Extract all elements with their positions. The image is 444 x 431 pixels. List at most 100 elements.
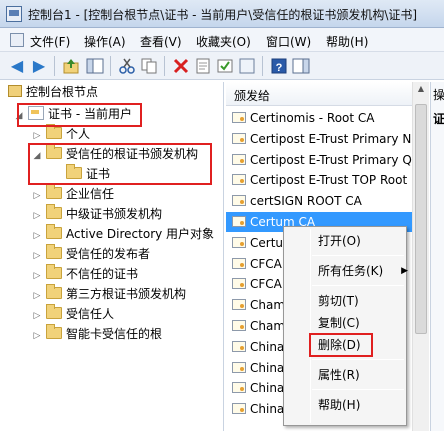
help-icon[interactable]: ? xyxy=(270,57,288,75)
certificate-icon xyxy=(232,236,246,248)
title-bar: 控制台1 - [控制台根节点\证书 - 当前用户\受信任的根证书颁发机构\证书] xyxy=(0,0,444,28)
delete-icon[interactable] xyxy=(172,57,190,75)
folder-icon xyxy=(46,204,62,219)
folder-icon xyxy=(8,85,22,97)
tree-item-enterprise-trust[interactable]: ▷ 企业信任 xyxy=(32,184,114,204)
menu-separator xyxy=(312,389,404,390)
context-item-all-tasks[interactable]: 所有任务(K) ▶ xyxy=(318,262,408,280)
folder-icon xyxy=(46,284,62,299)
tree-item-ad-user-object[interactable]: ▷ Active Directory 用户对象 xyxy=(32,224,214,244)
properties-icon[interactable] xyxy=(194,57,212,75)
scroll-up-icon[interactable]: ▲ xyxy=(415,84,427,98)
certificate-icon xyxy=(232,361,246,373)
folder-icon xyxy=(46,144,62,159)
console-menu-icon[interactable] xyxy=(10,33,24,47)
toolbar-separator xyxy=(164,56,165,76)
menu-view[interactable]: 查看(V) xyxy=(140,33,182,50)
export-list-icon[interactable] xyxy=(238,57,256,75)
scroll-thumb[interactable] xyxy=(415,104,427,334)
svg-text:?: ? xyxy=(276,62,283,74)
certificate-row[interactable]: certSIGN ROOT CA xyxy=(226,191,412,211)
tree-item-trusted-root-ca[interactable]: ◢ 受信任的根证书颁发机构 xyxy=(32,144,198,164)
menu-separator xyxy=(312,285,404,286)
tree-item-cert-current-user[interactable]: ◢ 证书 - 当前用户 xyxy=(14,104,132,124)
list-scrollbar[interactable]: ▲ xyxy=(412,82,429,431)
certificate-row[interactable]: Certinomis - Root CA xyxy=(226,108,412,128)
toolbar: ◀ ▶ ? xyxy=(0,52,444,80)
folder-icon xyxy=(46,184,62,199)
action-pane-section[interactable]: 证 xyxy=(433,110,444,127)
menu-separator xyxy=(312,359,404,360)
menu-window[interactable]: 窗口(W) xyxy=(266,33,311,50)
context-item-properties[interactable]: 属性(R) xyxy=(318,366,360,384)
forward-arrow-icon[interactable]: ▶ xyxy=(30,57,48,75)
window-title: 控制台1 - [控制台根节点\证书 - 当前用户\受信任的根证书颁发机构\证书] xyxy=(28,8,418,22)
tree-item-trusted-publishers[interactable]: ▷ 受信任的发布者 xyxy=(32,244,150,264)
show-hide-tree-icon[interactable] xyxy=(86,57,104,75)
expand-arrow-icon[interactable]: ▷ xyxy=(32,286,42,306)
certificate-name: Certipost E-Trust Primary Q xyxy=(250,152,412,167)
action-pane-header: 操 xyxy=(433,88,444,102)
expand-arrow-icon[interactable]: ▷ xyxy=(32,126,42,146)
certificate-name: CFCA xyxy=(250,256,282,271)
certificate-row[interactable]: Certipost E-Trust Primary Q xyxy=(226,150,412,170)
toolbar-separator xyxy=(54,56,55,76)
expand-arrow-icon[interactable]: ▷ xyxy=(32,226,42,246)
tree-item-trusted-people[interactable]: ▷ 受信任人 xyxy=(32,304,114,324)
up-folder-icon[interactable] xyxy=(62,57,80,75)
menu-file[interactable]: 文件(F) xyxy=(30,33,70,50)
context-item-copy[interactable]: 复制(C) xyxy=(318,314,360,332)
menu-favorites[interactable]: 收藏夹(O) xyxy=(196,33,251,50)
toolbar-separator xyxy=(262,56,263,76)
mmc-app-icon xyxy=(6,6,22,22)
certificate-icon xyxy=(232,257,246,269)
certificate-icon xyxy=(232,382,246,394)
context-item-help[interactable]: 帮助(H) xyxy=(318,396,360,414)
certificate-row[interactable]: Certipost E-Trust Primary N xyxy=(226,129,412,149)
certificate-icon xyxy=(232,299,246,311)
certificate-name: Cham xyxy=(250,298,286,313)
back-arrow-icon[interactable]: ◀ xyxy=(8,57,26,75)
folder-icon xyxy=(46,224,62,239)
context-menu: 打开(O) 所有任务(K) ▶ 剪切(T) 复制(C) 删除(D) 属性(R) … xyxy=(283,226,408,426)
tree-item-personal[interactable]: ▷ 个人 xyxy=(32,124,90,144)
certificate-name: China xyxy=(250,360,285,375)
tree-item-certificates[interactable]: 证书 xyxy=(66,164,111,184)
certificate-name: certSIGN ROOT CA xyxy=(250,194,362,209)
menu-help[interactable]: 帮助(H) xyxy=(326,33,368,50)
expand-arrow-icon[interactable]: ▷ xyxy=(32,266,42,286)
tree-item-third-party-root-ca[interactable]: ▷ 第三方根证书颁发机构 xyxy=(32,284,186,304)
expand-arrow-icon[interactable]: ▷ xyxy=(32,326,42,346)
certificate-name: China xyxy=(250,402,285,417)
expand-arrow-icon[interactable]: ▷ xyxy=(32,206,42,226)
certificate-name: China xyxy=(250,339,285,354)
cut-icon[interactable] xyxy=(118,57,136,75)
collapse-arrow-icon[interactable]: ◢ xyxy=(14,106,24,126)
tree-item-untrusted-certificates[interactable]: ▷ 不信任的证书 xyxy=(32,264,138,284)
tree-item-intermediate-ca[interactable]: ▷ 中级证书颁发机构 xyxy=(32,204,162,224)
folder-icon xyxy=(46,304,62,319)
context-item-cut[interactable]: 剪切(T) xyxy=(318,292,359,310)
menu-action[interactable]: 操作(A) xyxy=(84,33,126,50)
context-item-delete[interactable]: 删除(D) xyxy=(318,336,361,354)
action-pane: 操 证 xyxy=(430,82,444,431)
certificate-name: China xyxy=(250,381,285,396)
folder-icon xyxy=(46,324,62,339)
expand-arrow-icon[interactable]: ▷ xyxy=(32,246,42,266)
context-item-open[interactable]: 打开(O) xyxy=(318,232,361,250)
collapse-arrow-icon[interactable]: ◢ xyxy=(32,146,42,166)
refresh-icon[interactable] xyxy=(216,57,234,75)
expand-arrow-icon[interactable]: ▷ xyxy=(32,186,42,206)
tree-item-console-root[interactable]: 控制台根节点 xyxy=(8,82,98,102)
certificate-icon xyxy=(232,112,246,123)
certificate-icon xyxy=(232,216,246,227)
console-tree: 控制台根节点 ◢ 证书 - 当前用户 ▷ 个人 ◢ 受信任的根证书颁发机构 证书 ▷ 企… xyxy=(0,82,224,431)
column-header-issued-to[interactable]: 颁发给 xyxy=(226,82,412,106)
submenu-arrow-icon: ▶ xyxy=(401,266,408,276)
expand-arrow-icon[interactable]: ▷ xyxy=(32,306,42,326)
tree-item-smartcard-trusted-root[interactable]: ▷ 智能卡受信任的根 xyxy=(32,324,162,344)
show-hide-action-icon[interactable] xyxy=(292,57,310,75)
copy-icon[interactable] xyxy=(140,57,158,75)
certificate-icon xyxy=(232,278,246,290)
certificate-row[interactable]: Certipost E-Trust TOP Root xyxy=(226,170,412,190)
